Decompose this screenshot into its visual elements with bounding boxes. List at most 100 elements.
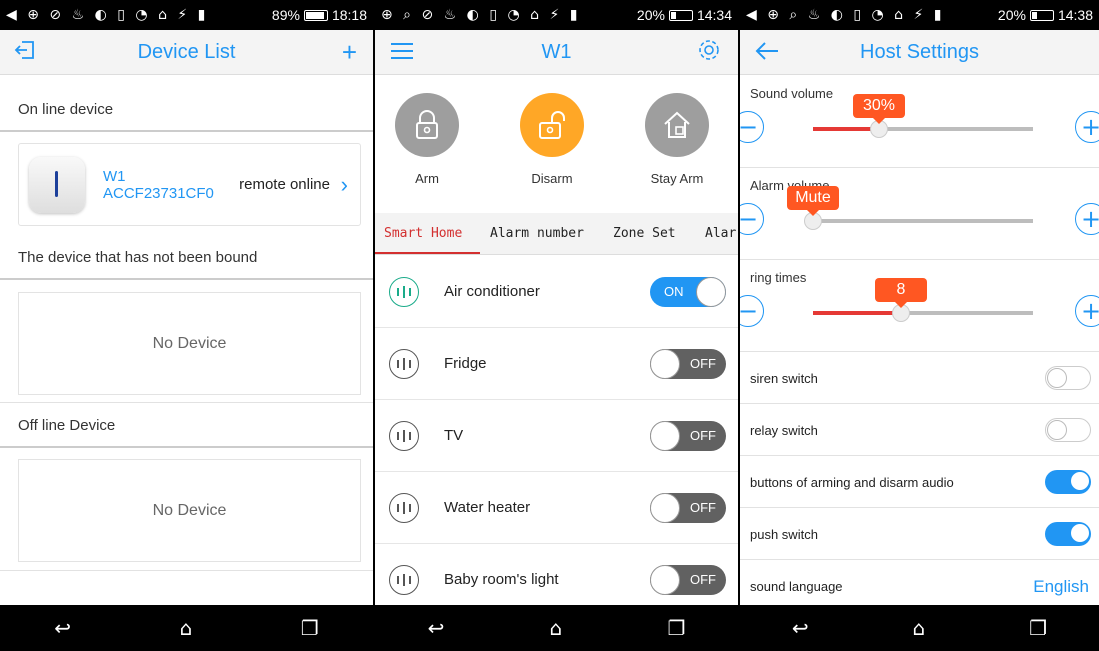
appliance-name: Water heater (444, 499, 531, 516)
slider-label: ring times (750, 270, 807, 285)
android-nav-bar: ↩ ⌂ ❐ (375, 605, 738, 651)
appliance-name: Fridge (444, 355, 487, 372)
unlock-icon (539, 111, 565, 139)
increase-button[interactable]: + (1075, 295, 1099, 327)
decrease-button[interactable]: − (740, 295, 764, 327)
relay-toggle[interactable] (1045, 418, 1091, 442)
arm-mode-row: Arm Disarm Stay Arm (375, 93, 738, 205)
ring-times-slider[interactable]: 8 (813, 278, 1033, 322)
clock: 14:38 (1057, 7, 1093, 23)
push-toggle[interactable] (1045, 522, 1091, 546)
tab-smart-home[interactable]: Smart Home (384, 226, 462, 241)
tab-alarm-number[interactable]: Alarm number (490, 226, 584, 241)
slider-value-bubble: Mute (787, 186, 839, 216)
setting-label: push switch (750, 526, 818, 542)
online-section-title: On line device (0, 88, 373, 132)
setting-row-push: push switch (740, 509, 1099, 560)
setting-label: relay switch (750, 422, 818, 438)
status-icons: ◀ ⊕ ⊘ ♨ ◐ ▯ ◔ ⌂ ⚡ ▮ (6, 7, 209, 23)
android-nav-bar: ↩ ⌂ ❐ (0, 605, 373, 651)
tab-zone-set[interactable]: Zone Set (613, 226, 676, 241)
recents-icon[interactable]: ❐ (667, 616, 685, 640)
switch-state: OFF (690, 428, 716, 443)
socket-icon (389, 276, 419, 307)
clock: 14:34 (696, 7, 732, 23)
w1-header: W1 (375, 30, 738, 75)
socket-icon (389, 348, 419, 379)
slider-label: Sound volume (750, 86, 834, 101)
switch-state: ON (664, 284, 684, 299)
socket-icon (389, 420, 419, 451)
status-icons: ◀ ⊕ ⌕ ♨ ◐ ▯ ◔ ⌂ ⚡ ▮ (746, 7, 945, 23)
lock-icon (416, 110, 438, 139)
slider-fill (813, 311, 901, 315)
stay-arm-button[interactable]: Stay Arm (637, 93, 717, 186)
slider-value-bubble: 8 (875, 278, 927, 308)
back-icon[interactable]: ↩ (792, 616, 809, 640)
decrease-button[interactable]: − (740, 111, 764, 143)
language-value[interactable]: English (1033, 577, 1089, 597)
device-item-w1[interactable]: W1 ACCF23731CF0 remote online › (18, 143, 361, 226)
siren-toggle[interactable] (1045, 366, 1091, 390)
recents-icon[interactable]: ❐ (301, 616, 319, 640)
offline-empty-card: No Device (18, 459, 361, 562)
increase-button[interactable]: + (1075, 111, 1099, 143)
device-list-screen: ◀ ⊕ ⊘ ♨ ◐ ▯ ◔ ⌂ ⚡ ▮ 89% 18:18 Device Lis… (0, 0, 373, 651)
appliance-switch[interactable]: ON (650, 276, 726, 307)
setting-row-siren: siren switch (740, 353, 1099, 404)
appliance-row: Air conditioner ON (375, 256, 738, 328)
arm-circle (395, 93, 459, 157)
battery-percent: 89% (271, 7, 300, 23)
menu-icon[interactable] (389, 39, 419, 67)
status-bar: ◀ ⊕ ⌕ ♨ ◐ ▯ ◔ ⌂ ⚡ ▮ 20% 14:38 (740, 0, 1099, 30)
setting-row-relay: relay switch (740, 405, 1099, 456)
home-icon[interactable]: ⌂ (180, 616, 193, 640)
increase-button[interactable]: + (1075, 203, 1099, 235)
home-icon[interactable]: ⌂ (550, 616, 563, 640)
setting-label: sound language (750, 579, 843, 594)
device-id: ACCF23731CF0 (103, 184, 214, 202)
add-device-button[interactable]: + (342, 37, 357, 68)
host-settings-header: Host Settings (740, 30, 1099, 75)
house-icon (664, 111, 690, 138)
appliance-switch[interactable]: OFF (650, 492, 726, 523)
back-icon[interactable]: ↩ (54, 616, 71, 640)
battery-icon (303, 9, 328, 21)
appliance-switch[interactable]: OFF (650, 420, 726, 451)
home-icon[interactable]: ⌂ (913, 616, 926, 640)
appliance-switch[interactable]: OFF (650, 348, 726, 379)
back-icon[interactable]: ↩ (428, 616, 445, 640)
divider (0, 402, 373, 403)
volume-slider[interactable]: 30% (813, 94, 1033, 138)
divider (0, 570, 373, 571)
ring-times-control: ring times − 8 + (740, 260, 1099, 352)
battery-percent: 20% (997, 7, 1026, 23)
appliance-name: TV (444, 427, 464, 444)
battery-icon (668, 9, 693, 21)
arm-button[interactable]: Arm (387, 93, 467, 186)
device-name: W1 (103, 167, 126, 185)
back-arrow-icon[interactable] (754, 39, 784, 67)
decrease-button[interactable]: − (740, 203, 764, 235)
setting-label: siren switch (750, 370, 818, 386)
page-title: Device List (137, 40, 236, 63)
tab-alarm[interactable]: Alar (705, 226, 736, 241)
host-settings-screen: ◀ ⊕ ⌕ ♨ ◐ ▯ ◔ ⌂ ⚡ ▮ 20% 14:38 Host Setti… (740, 0, 1099, 651)
socket-icon (389, 492, 419, 523)
disarm-button[interactable]: Disarm (512, 93, 592, 186)
switch-state: OFF (690, 500, 716, 515)
w1-screen: ⊕ ⌕ ⊘ ♨ ◐ ▯ ◔ ⌂ ⚡ ▮ 20% 14:34 W1 Arm Dis… (375, 0, 738, 651)
device-list-header: Device List + (0, 30, 373, 75)
appliance-row: Fridge OFF (375, 328, 738, 400)
appliance-name: Air conditioner (444, 283, 540, 300)
status-bar: ◀ ⊕ ⊘ ♨ ◐ ▯ ◔ ⌂ ⚡ ▮ 89% 18:18 (0, 0, 373, 30)
arming-audio-toggle[interactable] (1045, 470, 1091, 494)
volume-slider[interactable]: Mute (787, 186, 1033, 230)
gear-icon[interactable] (696, 37, 722, 70)
appliance-row: TV OFF (375, 400, 738, 472)
disarm-label: Disarm (531, 171, 573, 186)
device-thumbnail (29, 156, 85, 213)
recents-icon[interactable]: ❐ (1029, 616, 1047, 640)
logout-icon[interactable] (14, 39, 44, 67)
appliance-switch[interactable]: OFF (650, 564, 726, 595)
